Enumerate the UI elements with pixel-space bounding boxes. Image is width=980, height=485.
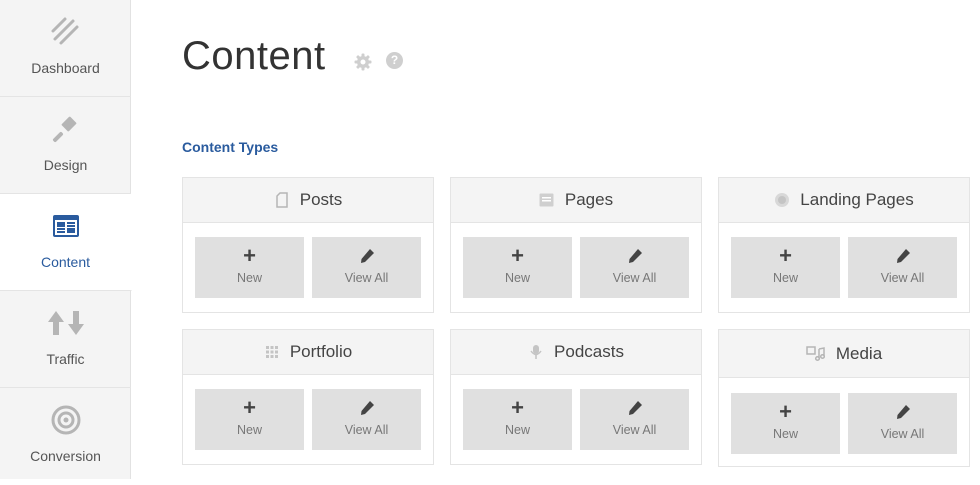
button-label: View All	[344, 271, 389, 285]
card-header: Posts	[183, 178, 433, 223]
button-label: New	[236, 423, 262, 437]
view-all-posts-button[interactable]: View All	[312, 237, 421, 298]
sidebar: Dashboard Design Content Traffic Convers…	[0, 0, 132, 479]
pencil-icon	[848, 246, 957, 266]
plus-icon: +	[243, 395, 256, 420]
button-label: View All	[344, 423, 389, 437]
card-title: Landing Pages	[800, 190, 914, 209]
help-icon[interactable]: ?	[386, 52, 403, 69]
content-types-link[interactable]: Content Types	[182, 139, 278, 155]
card-title: Podcasts	[554, 342, 624, 361]
new-portfolio-button[interactable]: + New	[195, 389, 304, 450]
sidebar-item-label: Conversion	[30, 448, 101, 464]
sidebar-item-conversion[interactable]: Conversion	[0, 388, 131, 485]
card-title: Pages	[564, 190, 614, 209]
pencil-icon	[312, 398, 421, 418]
sidebar-item-label: Design	[43, 157, 88, 173]
sidebar-item-label: Dashboard	[31, 60, 100, 76]
card-header: Landing Pages	[719, 178, 969, 223]
view-all-pages-button[interactable]: View All	[580, 237, 689, 298]
plus-icon: +	[511, 243, 524, 268]
media-icon	[806, 345, 826, 362]
card-header: Media	[719, 330, 969, 378]
plus-icon: +	[779, 243, 792, 268]
plus-icon: +	[511, 395, 524, 420]
sidebar-item-content[interactable]: Content	[0, 194, 132, 291]
sidebar-item-design[interactable]: Design	[0, 97, 131, 194]
new-media-button[interactable]: + New	[731, 393, 840, 454]
button-label: New	[236, 271, 262, 285]
content-type-card-media: Media + New View All	[718, 329, 970, 467]
pencil-icon	[312, 246, 421, 266]
button-label: View All	[880, 427, 925, 441]
paintbrush-icon	[0, 111, 131, 147]
sidebar-item-label: Content	[40, 254, 91, 270]
content-type-card-posts: Posts + New View All	[182, 177, 434, 313]
page-title: Content	[182, 34, 326, 78]
button-label: View All	[612, 271, 657, 285]
page-icon	[539, 192, 555, 208]
button-label: New	[772, 271, 798, 285]
pencil-icon	[580, 398, 689, 418]
pencil-icon	[848, 402, 957, 422]
plus-icon: +	[243, 243, 256, 268]
microphone-icon	[528, 344, 544, 360]
card-title: Portfolio	[289, 342, 353, 361]
button-label: View All	[880, 271, 925, 285]
new-podcast-button[interactable]: + New	[463, 389, 572, 450]
sidebar-item-dashboard[interactable]: Dashboard	[0, 0, 131, 97]
view-all-portfolio-button[interactable]: View All	[312, 389, 421, 450]
view-all-landing-pages-button[interactable]: View All	[848, 237, 957, 298]
plus-icon: +	[779, 399, 792, 424]
card-title: Media	[835, 343, 883, 363]
traffic-arrows-icon	[0, 305, 131, 341]
new-post-button[interactable]: + New	[195, 237, 304, 298]
post-icon	[274, 192, 290, 208]
card-header: Pages	[451, 178, 701, 223]
grid-dots-icon	[264, 344, 280, 360]
content-type-card-podcasts: Podcasts + New View All	[450, 329, 702, 465]
view-all-media-button[interactable]: View All	[848, 393, 957, 454]
sidebar-item-label: Traffic	[46, 351, 85, 367]
dashboard-icon	[0, 14, 131, 50]
button-label: New	[504, 423, 530, 437]
card-title: Posts	[299, 190, 343, 209]
content-type-card-pages: Pages + New View All	[450, 177, 702, 313]
sidebar-item-traffic[interactable]: Traffic	[0, 291, 131, 388]
content-type-card-portfolio: Portfolio + New View All	[182, 329, 434, 465]
pencil-icon	[580, 246, 689, 266]
content-type-card-landing-pages: Landing Pages + New View All	[718, 177, 970, 313]
new-landing-page-button[interactable]: + New	[731, 237, 840, 298]
button-label: View All	[612, 423, 657, 437]
view-all-podcasts-button[interactable]: View All	[580, 389, 689, 450]
button-label: New	[504, 271, 530, 285]
content-grid-icon	[0, 208, 131, 244]
button-label: New	[772, 427, 798, 441]
landing-page-icon	[774, 192, 790, 208]
target-icon	[0, 402, 131, 438]
card-header: Podcasts	[451, 330, 701, 375]
card-header: Portfolio	[183, 330, 433, 375]
new-page-button[interactable]: + New	[463, 237, 572, 298]
settings-gear-icon[interactable]	[354, 53, 372, 71]
